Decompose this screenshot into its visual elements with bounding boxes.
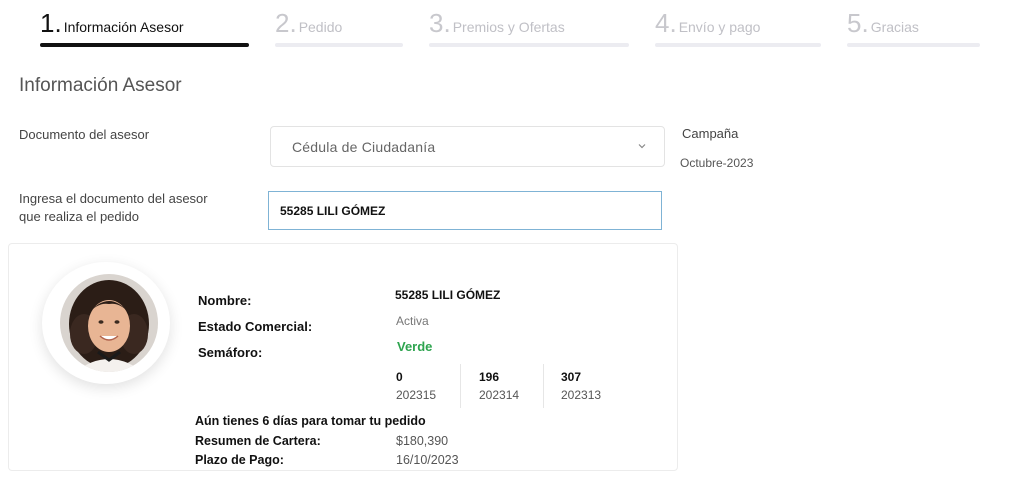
step-number: 2. — [275, 8, 297, 38]
name-value: 55285 LILI GÓMEZ — [395, 288, 501, 302]
page-title: Información Asesor — [19, 75, 182, 96]
divider — [460, 364, 461, 408]
checkout-steps: 1. Información Asesor 2. Pedido 3. Premios … — [0, 8, 1024, 50]
step-pedido[interactable]: 2. Pedido — [275, 8, 403, 48]
semaphore-label: Semáforo: — [198, 345, 263, 360]
semaphore-value: Verde — [397, 339, 433, 354]
advisor-info-card: Nombre: 55285 LILI GÓMEZ Estado Comercia… — [8, 243, 678, 471]
step-progress-bar — [275, 43, 403, 47]
step-label: Premios y Ofertas — [452, 19, 565, 35]
avatar — [60, 274, 158, 372]
step-number: 5. — [847, 8, 869, 38]
step-gracias[interactable]: 5. Gracias — [847, 8, 980, 48]
stat-item: 307 202313 — [561, 370, 601, 408]
avatar-frame — [42, 262, 170, 384]
payment-term-value: 16/10/2023 — [396, 453, 459, 467]
advisor-document-input-value: 55285 LILI GÓMEZ — [280, 204, 386, 218]
step-informacion-asesor[interactable]: 1. Información Asesor — [40, 8, 249, 48]
advisor-document-input[interactable]: 55285 LILI GÓMEZ — [268, 191, 662, 230]
stat-campaign: 202315 — [396, 388, 437, 402]
stat-value: 196 — [479, 370, 500, 384]
divider — [543, 364, 544, 408]
stat-campaign: 202314 — [479, 388, 520, 402]
step-label: Información Asesor — [63, 19, 184, 35]
document-type-select[interactable]: Cédula de Ciudadanía — [270, 126, 665, 167]
step-progress-bar — [847, 43, 980, 47]
step-progress-bar — [655, 43, 821, 47]
document-type-value: Cédula de Ciudadanía — [292, 139, 436, 155]
step-label: Envío y pago — [678, 19, 761, 35]
payment-term-label: Plazo de Pago: — [195, 453, 284, 467]
stat-item: 196 202314 — [479, 370, 519, 408]
campaign-value: Octubre-2023 — [680, 156, 754, 170]
step-progress-bar — [40, 43, 249, 47]
step-number: 3. — [429, 8, 451, 38]
step-premios-ofertas[interactable]: 3. Premios y Ofertas — [429, 8, 629, 48]
step-progress-bar — [429, 43, 629, 47]
stat-item: 0 202315 — [396, 370, 436, 408]
portfolio-summary-label: Resumen de Cartera: — [195, 434, 321, 448]
name-label: Nombre: — [198, 293, 252, 308]
advisor-document-label: Ingresa el documento del asesor que real… — [19, 190, 208, 226]
advisor-document-label-line2: que realiza el pedido — [19, 209, 139, 224]
step-number: 4. — [655, 8, 677, 38]
commercial-status-value: Activa — [396, 314, 429, 328]
commercial-status-label: Estado Comercial: — [198, 319, 313, 334]
document-type-label: Documento del asesor — [19, 127, 150, 142]
step-label: Pedido — [298, 19, 343, 35]
stat-campaign: 202313 — [561, 388, 602, 402]
step-envio-pago[interactable]: 4. Envío y pago — [655, 8, 821, 48]
order-deadline-notice: Aún tienes 6 días para tomar tu pedido — [195, 414, 426, 428]
stat-value: 0 — [396, 370, 403, 384]
avatar-portrait-icon — [60, 274, 158, 372]
chevron-down-icon — [638, 144, 646, 149]
step-label: Gracias — [870, 19, 919, 35]
portfolio-summary-value: $180,390 — [396, 434, 449, 448]
stat-value: 307 — [561, 370, 582, 384]
campaign-label: Campaña — [682, 126, 739, 141]
step-number: 1. — [40, 8, 62, 38]
advisor-document-label-line1: Ingresa el documento del asesor — [19, 191, 208, 206]
